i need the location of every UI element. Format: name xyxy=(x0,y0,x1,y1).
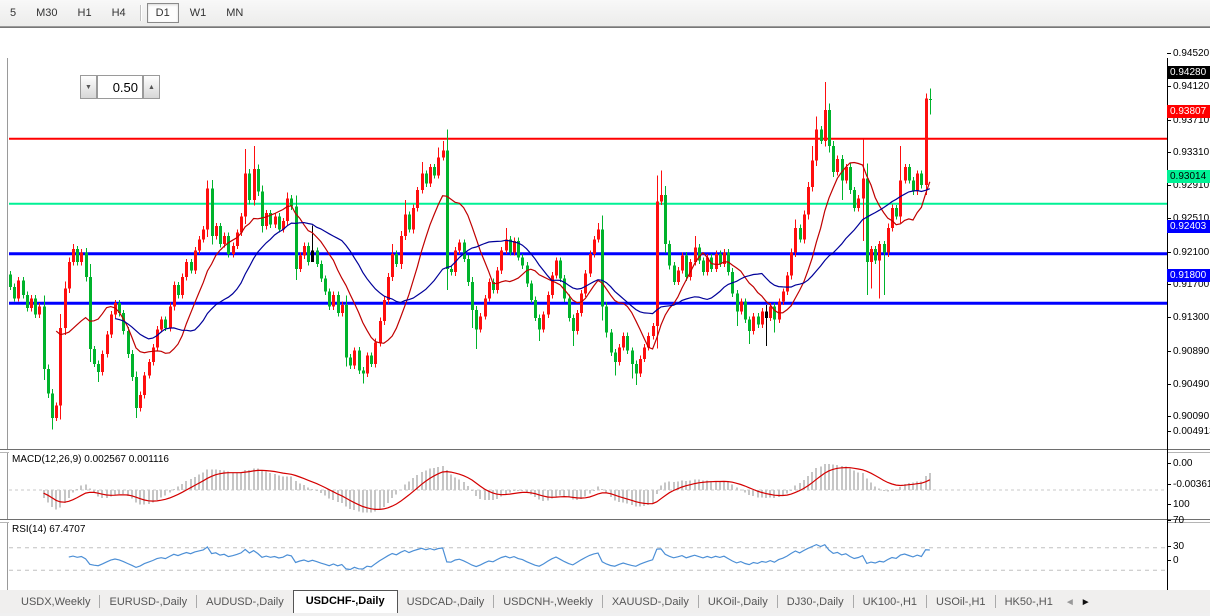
tab-uk100-h1[interactable]: UK100-,H1 xyxy=(854,592,926,613)
rsi-tick-label: 70 xyxy=(1173,515,1185,526)
rsi-tick-label: 0 xyxy=(1173,555,1179,566)
timeframe-button-h1[interactable]: H1 xyxy=(69,3,101,23)
price-badge-0.94280: 0.94280 xyxy=(1167,66,1210,79)
rsi-axis-tick xyxy=(1167,504,1171,505)
price-tick-label: 0.90490 xyxy=(1173,379,1210,390)
price-pane[interactable] xyxy=(9,58,1167,449)
tab-audusd-daily[interactable]: AUDUSD-,Daily xyxy=(197,592,293,613)
trading-terminal: 5M30H1H4D1W1MN ▲USDCHF-,Daily 0.94291 0.… xyxy=(0,0,1210,616)
macd-axis-tick xyxy=(1167,484,1171,485)
rsi-axis-tick xyxy=(1167,520,1171,521)
price-tick-label: 0.91300 xyxy=(1173,312,1210,323)
price-axis-tick xyxy=(1167,53,1171,54)
volume-decrease-button[interactable]: ▼ xyxy=(80,75,97,99)
tab-usdcad-daily[interactable]: USDCAD-,Daily xyxy=(398,592,494,613)
rsi-line xyxy=(68,543,930,571)
timeframe-button-h4[interactable]: H4 xyxy=(103,3,135,23)
tab-usdchf-daily[interactable]: USDCHF-,Daily xyxy=(292,590,398,613)
price-tick-label: 0.92100 xyxy=(1173,247,1210,258)
rsi-indicator-label: RSI(14) 67.4707 xyxy=(12,524,86,535)
rsi-tick-label: 100 xyxy=(1173,499,1190,510)
tab-xauusd-daily[interactable]: XAUUSD-,Daily xyxy=(603,592,698,613)
price-axis-tick xyxy=(1167,152,1171,153)
macd-tick-label: 0.004913 xyxy=(1173,426,1210,437)
macd-pane-svg xyxy=(9,463,1167,513)
price-tick-label: 0.94120 xyxy=(1173,81,1210,92)
chart-window[interactable]: ▲USDCHF-,Daily 0.94291 0.94419 0.94102 0… xyxy=(0,27,1210,616)
timeframe-button-d1[interactable]: D1 xyxy=(146,3,179,23)
macd-tick-label: -0.003614 xyxy=(1173,479,1210,490)
price-badge-0.93014: 0.93014 xyxy=(1167,170,1210,183)
price-axis-tick xyxy=(1167,416,1171,417)
main-pane-svg xyxy=(9,81,1167,430)
tab-usoil-h1[interactable]: USOil-,H1 xyxy=(927,592,995,613)
price-axis-tick xyxy=(1167,384,1171,385)
macd-pane[interactable] xyxy=(9,451,1167,519)
timeframe-button-m30[interactable]: M30 xyxy=(27,3,66,23)
ma-fast-line xyxy=(55,161,931,354)
chevron-down-icon: ▼ xyxy=(85,83,92,91)
price-axis-divider xyxy=(1167,58,1168,593)
rsi-axis-tick xyxy=(1167,560,1171,561)
rsi-pane[interactable] xyxy=(9,521,1167,591)
macd-axis-tick xyxy=(1167,431,1171,432)
price-axis-tick xyxy=(1167,284,1171,285)
tab-usdcnh-weekly[interactable]: USDCNH-,Weekly xyxy=(494,592,602,613)
rsi-axis-tick xyxy=(1167,546,1171,547)
rsi-tick-label: 30 xyxy=(1173,541,1185,552)
macd-tick-label: 0.00 xyxy=(1173,458,1193,469)
tab-usdx-weekly[interactable]: USDX,Weekly xyxy=(12,592,99,613)
price-axis-tick xyxy=(1167,120,1171,121)
price-axis-tick xyxy=(1167,252,1171,253)
price-axis-tick xyxy=(1167,218,1171,219)
tab-scroll-left-icon[interactable]: ◄ xyxy=(1062,593,1078,613)
volume-increase-button[interactable]: ▲ xyxy=(143,75,160,99)
price-badge-0.92403: 0.92403 xyxy=(1167,220,1210,233)
chart-tab-bar: USDX,Weekly EURUSD-,Daily AUDUSD-,Daily USD… xyxy=(0,590,1210,613)
price-axis-tick xyxy=(1167,86,1171,87)
volume-input[interactable]: 0.50 xyxy=(97,75,143,99)
chevron-up-icon: ▲ xyxy=(148,83,155,91)
price-badge-0.93807: 0.93807 xyxy=(1167,105,1210,118)
price-axis-tick xyxy=(1167,351,1171,352)
price-tick-label: 0.90890 xyxy=(1173,346,1210,357)
rsi-pane-svg xyxy=(9,543,1167,571)
timeframe-button-w1[interactable]: W1 xyxy=(181,3,216,23)
tab-hk50-h1[interactable]: HK50-,H1 xyxy=(996,592,1062,613)
tab-ukoil-daily[interactable]: UKOil-,Daily xyxy=(699,592,777,613)
macd-indicator-label: MACD(12,26,9) 0.002567 0.001116 xyxy=(12,454,169,465)
tab-eurusd-daily[interactable]: EURUSD-,Daily xyxy=(100,592,196,613)
macd-signal-line xyxy=(43,466,931,510)
price-badge-0.91800: 0.91800 xyxy=(1167,269,1210,282)
price-tick-label: 0.94520 xyxy=(1173,48,1210,59)
timeframe-button-5[interactable]: 5 xyxy=(1,3,25,23)
tab-dj30-daily[interactable]: DJ30-,Daily xyxy=(778,592,853,613)
price-axis-tick xyxy=(1167,317,1171,318)
timeframe-button-mn[interactable]: MN xyxy=(217,3,252,23)
price-tick-label: 0.93310 xyxy=(1173,147,1210,158)
price-tick-label: 0.90090 xyxy=(1173,411,1210,422)
timeframe-toolbar: 5 M30 H1 H4 D1 W1 MN xyxy=(0,0,1210,27)
toolbar-separator xyxy=(139,5,142,21)
tab-scroll-right-icon[interactable]: ► xyxy=(1078,593,1094,613)
price-axis-tick xyxy=(1167,185,1171,186)
macd-axis-tick xyxy=(1167,463,1171,464)
chart-frame-left xyxy=(7,58,8,616)
